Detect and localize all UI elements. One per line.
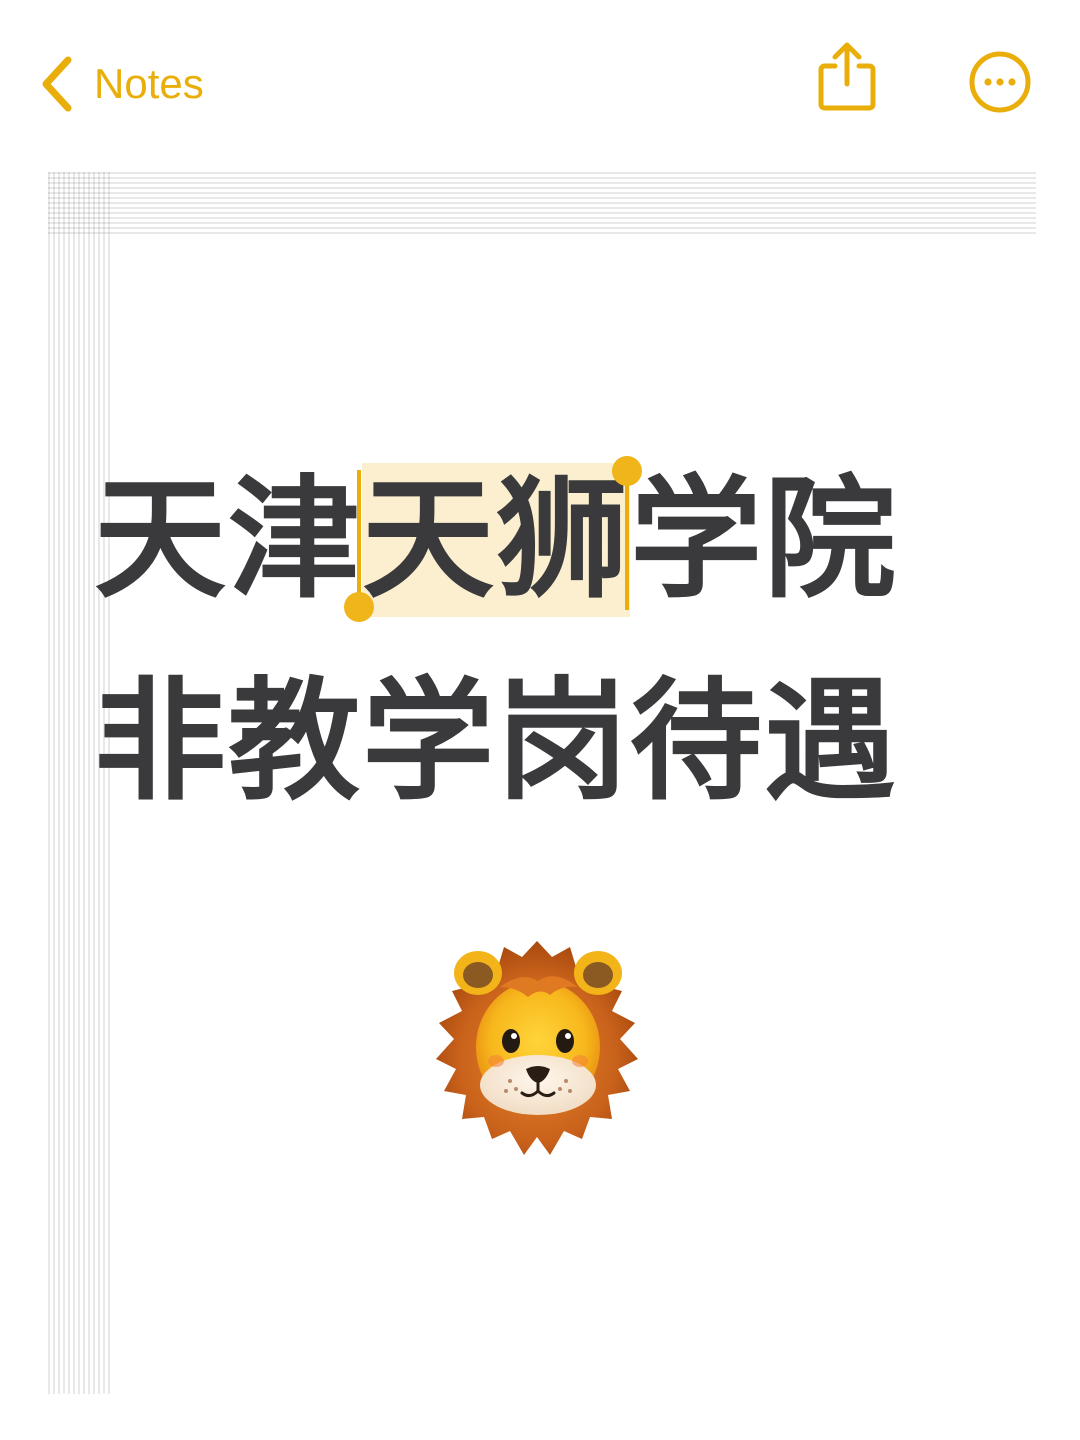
navigation-bar: Notes [0,0,1080,150]
selection-end-bar [625,472,629,610]
text-selection[interactable]: 天狮 [362,463,630,617]
share-icon[interactable] [815,40,879,112]
selection-start-handle[interactable] [344,592,374,622]
selection-start-bar [357,470,361,610]
note-text-after-selection: 学院 [630,463,898,617]
ellipsis-circle-icon[interactable] [968,50,1032,114]
back-button[interactable]: Notes [38,52,204,116]
chevron-left-icon [42,56,72,112]
note-line-1[interactable]: 天津天狮学院 [94,463,994,617]
lion-face-emoji [436,941,638,1155]
back-label: Notes [94,60,204,107]
selection-end-handle[interactable] [612,456,642,486]
note-line-2[interactable]: 非教学岗待遇 [94,672,994,812]
note-text-before-selection: 天津 [94,463,362,617]
